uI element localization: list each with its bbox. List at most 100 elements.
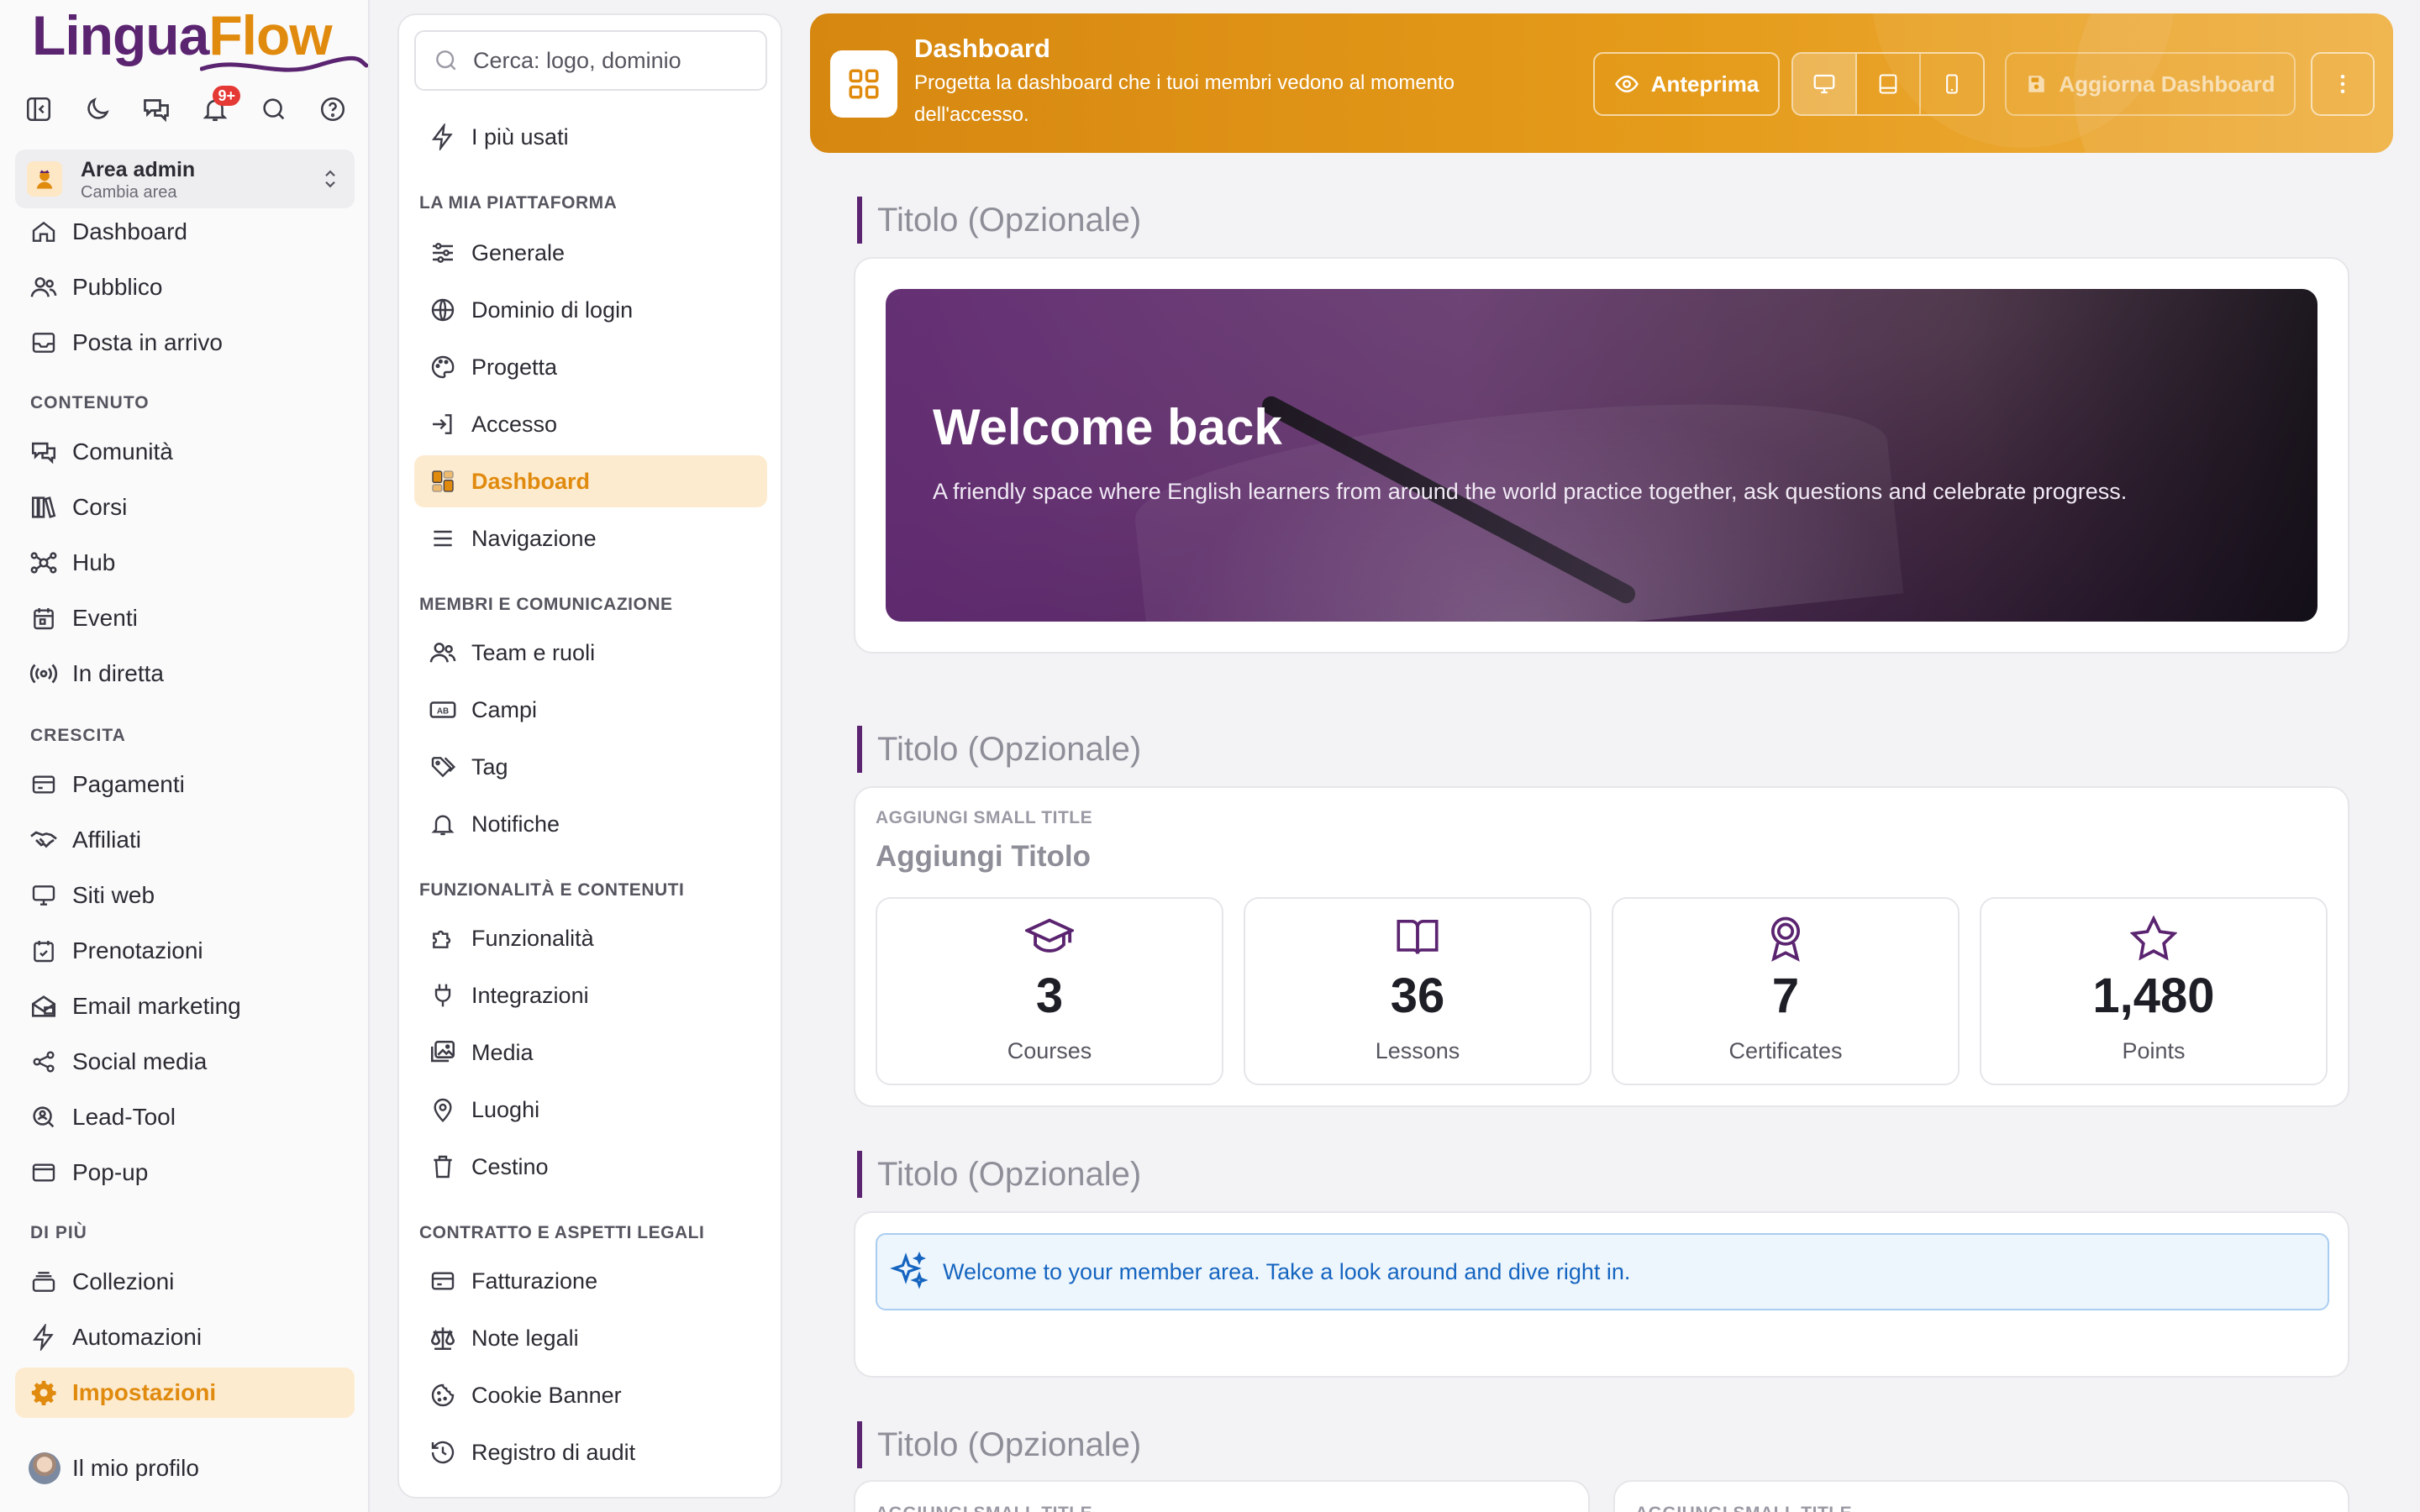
sidebar-item-collezioni[interactable]: Collezioni [15, 1257, 355, 1307]
sidebar-item-affiliati[interactable]: Affiliati [15, 815, 355, 865]
settings-item-note-legali[interactable]: Note legali [414, 1312, 767, 1364]
sidebar-item-hub[interactable]: Hub [15, 538, 355, 588]
mobile-view-button[interactable] [1921, 54, 1983, 114]
help-button[interactable] [314, 91, 351, 128]
area-switcher[interactable]: Area admin Cambia area [15, 150, 355, 208]
preview-label: Anteprima [1650, 71, 1760, 97]
welcome-block[interactable]: Welcome to your member area. Take a look… [854, 1211, 2349, 1378]
sidebar-item-prenotazioni[interactable]: Prenotazioni [15, 926, 355, 976]
main-content: Dashboard Progetta la dashboard che i tu… [810, 0, 2420, 1512]
section-title[interactable]: Titolo (Opzionale) [857, 1421, 1141, 1468]
lead-icon [33, 1106, 55, 1128]
sidebar-item-label: Social media [72, 1048, 208, 1074]
settings-item-navigazione[interactable]: Navigazione [414, 512, 767, 564]
collapse-sidebar-button[interactable] [20, 91, 57, 128]
stat-value: 36 [1390, 969, 1445, 1023]
partial-block-left[interactable]: AGGIUNGI SMALL TITLE [854, 1480, 1590, 1512]
welcome-text: Welcome to your member area. Take a look… [943, 1258, 1631, 1284]
sidebar-item-comunita[interactable]: Comunità [15, 427, 355, 477]
settings-item-integrazioni[interactable]: Integrazioni [414, 969, 767, 1021]
device-toggle [1791, 52, 1985, 116]
stat-label: Points [2122, 1038, 2186, 1063]
settings-item-label: Tag [471, 753, 508, 780]
settings-item-cestino[interactable]: Cestino [414, 1141, 767, 1193]
books-icon [31, 496, 56, 518]
settings-item-dashboard[interactable]: Dashboard [414, 455, 767, 507]
sidebar-item-corsi[interactable]: Corsi [15, 482, 355, 533]
more-vertical-icon [2340, 75, 2345, 93]
stat-label: Courses [1007, 1038, 1092, 1063]
desktop-icon [1813, 74, 1835, 94]
sidebar-item-label: Pubblico [72, 274, 163, 300]
section-title[interactable]: Titolo (Opzionale) [857, 726, 1141, 773]
settings-item-campi[interactable]: AB Campi [414, 684, 767, 736]
sidebar-item-pubblico[interactable]: Pubblico [15, 262, 355, 312]
hero-block[interactable]: Welcome back A friendly space where Engl… [854, 257, 2349, 654]
section-title[interactable]: Titolo (Opzionale) [857, 197, 1141, 244]
sidebar-item-social-media[interactable]: Social media [15, 1037, 355, 1087]
sidebar-item-dashboard[interactable]: Dashboard [15, 207, 355, 257]
settings-search-input[interactable] [473, 47, 759, 74]
search-button[interactable] [255, 91, 292, 128]
settings-item-team-roles[interactable]: Team e ruoli [414, 627, 767, 679]
settings-item-funzionalita[interactable]: Funzionalità [414, 912, 767, 964]
stat-card-courses: 3 Courses [876, 897, 1223, 1085]
sidebar-item-eventi[interactable]: Eventi [15, 593, 355, 643]
dashboard-grid-icon [830, 50, 897, 118]
preview-button[interactable]: Anteprima [1593, 52, 1780, 116]
logo-text-lingua: Lingua [32, 4, 209, 66]
sidebar-item-in-diretta[interactable]: In diretta [15, 648, 355, 699]
handshake-icon [30, 831, 57, 848]
sidebar-item-label: Pop-up [72, 1159, 149, 1185]
notifications-button[interactable]: 9+ [197, 86, 240, 128]
settings-item-audit-log[interactable]: Registro di audit [414, 1426, 767, 1478]
sidebar-item-inbox[interactable]: Posta in arrivo [15, 318, 355, 368]
media-icon [430, 1040, 455, 1063]
settings-item-label: Generale [471, 239, 566, 265]
stats-block[interactable]: AGGIUNGI SMALL TITLE Aggiungi Titolo 3 C… [854, 786, 2349, 1107]
settings-item-label: Funzionalità [471, 925, 594, 951]
sidebar-item-email-marketing[interactable]: Email marketing [15, 981, 355, 1032]
welcome-alert: Welcome to your member area. Take a look… [876, 1233, 2329, 1310]
settings-item-progetta[interactable]: Progetta [414, 341, 767, 393]
settings-item-fatturazione[interactable]: Fatturazione [414, 1255, 767, 1307]
settings-item-most-used[interactable]: I più usati [414, 111, 767, 163]
app-logo[interactable]: LinguaFlow [32, 2, 368, 77]
more-options-button[interactable] [2311, 52, 2375, 116]
sidebar-item-pagamenti[interactable]: Pagamenti [15, 759, 355, 810]
sidebar-item-impostazioni[interactable]: Impostazioni [15, 1368, 355, 1418]
sidebar-item-lead-tool[interactable]: Lead-Tool [15, 1092, 355, 1142]
stats-title[interactable]: Aggiungi Titolo [876, 840, 1091, 874]
monitor-icon [32, 885, 55, 906]
stats-small-title[interactable]: AGGIUNGI SMALL TITLE [876, 808, 1092, 828]
sidebar-item-pop-up[interactable]: Pop-up [15, 1147, 355, 1198]
my-profile-link[interactable]: Il mio profilo [15, 1443, 355, 1494]
scales-icon [430, 1327, 455, 1351]
sidebar-item-siti-web[interactable]: Siti web [15, 870, 355, 921]
settings-item-label: Team e ruoli [471, 639, 596, 665]
sidebar-item-automazioni[interactable]: Automazioni [15, 1312, 355, 1362]
sidebar-item-label: Comunità [72, 438, 173, 465]
dark-mode-button[interactable] [79, 91, 116, 128]
messages-button[interactable] [138, 91, 175, 128]
tablet-view-button[interactable] [1857, 54, 1921, 114]
partial-block-right[interactable]: AGGIUNGI SMALL TITLE [1613, 1480, 2349, 1512]
settings-item-tag[interactable]: Tag [414, 741, 767, 793]
settings-item-luoghi[interactable]: Luoghi [414, 1084, 767, 1136]
settings-item-accesso[interactable]: Accesso [414, 398, 767, 450]
settings-item-label: Dashboard [471, 468, 591, 494]
update-dashboard-button[interactable]: Aggiorna Dashboard [2005, 52, 2296, 116]
settings-item-login-domain[interactable]: Dominio di login [414, 284, 767, 336]
moon-icon [87, 97, 109, 119]
settings-item-cookie-banner[interactable]: Cookie Banner [414, 1369, 767, 1421]
settings-search[interactable] [414, 30, 767, 91]
settings-section-title: CONTRATTO E ASPETTI LEGALI [419, 1223, 705, 1242]
section-title[interactable]: Titolo (Opzionale) [857, 1151, 1141, 1198]
settings-item-label: Cestino [471, 1153, 549, 1179]
settings-item-media[interactable]: Media [414, 1026, 767, 1079]
settings-item-generale[interactable]: Generale [414, 227, 767, 279]
settings-item-notifiche[interactable]: Notifiche [414, 798, 767, 850]
settings-item-label: Navigazione [471, 525, 597, 551]
desktop-view-button[interactable] [1793, 54, 1857, 114]
search-icon [436, 50, 456, 71]
